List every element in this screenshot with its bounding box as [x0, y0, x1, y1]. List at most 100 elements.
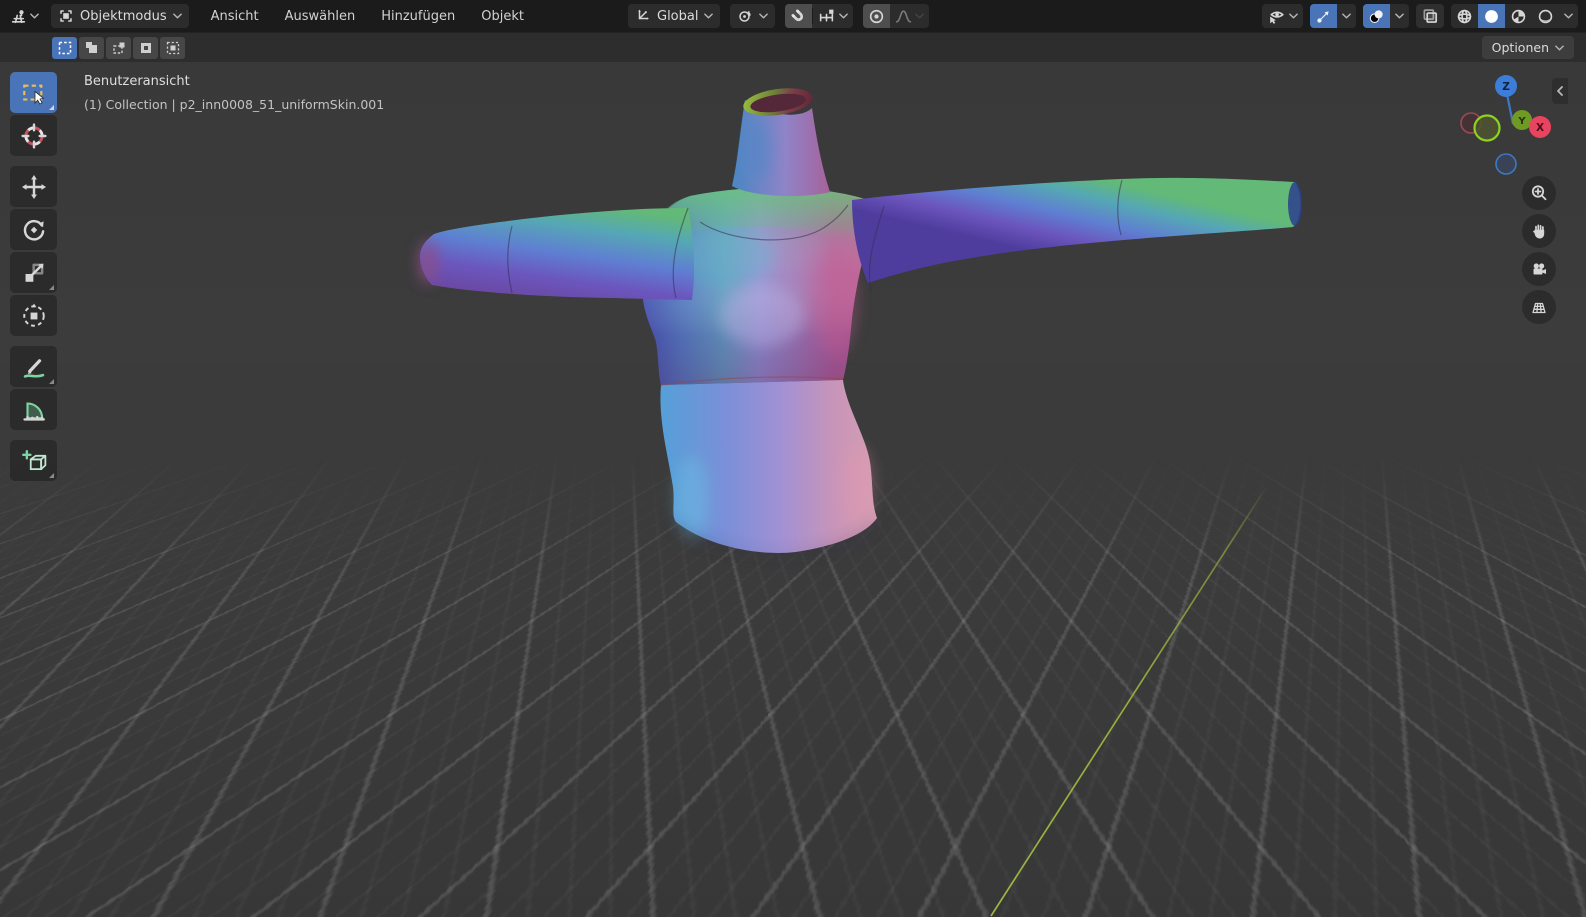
- move-icon: [21, 174, 46, 199]
- menu-objekt[interactable]: Objekt: [469, 0, 536, 32]
- chevron-down-icon: [1342, 13, 1351, 19]
- y-axis-line: [990, 485, 1268, 917]
- gizmos-group: [1310, 4, 1356, 28]
- shading-wireframe-button[interactable]: [1451, 4, 1478, 28]
- gizmo-axis-neg-z[interactable]: [1495, 153, 1517, 175]
- tool-measure[interactable]: [10, 389, 57, 430]
- chevron-down-icon: [1289, 13, 1298, 19]
- tool-transform[interactable]: [10, 295, 57, 336]
- pan-hand-button[interactable]: [1522, 214, 1556, 248]
- svg-text:X: X: [1536, 122, 1544, 134]
- chevron-down-icon: [30, 13, 39, 19]
- snap-group: [785, 4, 854, 28]
- toggle-xray-button[interactable]: [1416, 4, 1444, 28]
- camera-view-button[interactable]: [1522, 252, 1556, 286]
- grid-floor-icon: [1532, 302, 1546, 314]
- chevron-down-icon: [172, 13, 182, 19]
- menu-auswaehlen[interactable]: Auswählen: [273, 0, 368, 32]
- tool-move[interactable]: [10, 166, 57, 207]
- proportional-edit-group: [863, 4, 930, 28]
- magnet-icon: [791, 8, 804, 21]
- shading-solid-icon: [1485, 9, 1498, 23]
- show-overlays-toggle[interactable]: [1363, 4, 1390, 28]
- chevron-down-icon: [759, 13, 769, 19]
- proportional-edit-toggle[interactable]: [863, 4, 891, 28]
- shading-material-button[interactable]: [1505, 4, 1532, 28]
- pivot-point-dropdown[interactable]: [730, 4, 776, 28]
- options-dropdown[interactable]: Optionen: [1481, 36, 1574, 59]
- orientation-label: Global: [657, 8, 699, 24]
- chevron-down-icon: [1395, 13, 1404, 19]
- measure-icon: [22, 401, 45, 421]
- transform-icon: [22, 303, 45, 327]
- viewport-overlays-icon: [1369, 9, 1383, 23]
- overlays-dropdown[interactable]: [1390, 4, 1409, 28]
- snap-increment-icon: [820, 9, 834, 22]
- active-object-label: (1) Collection | p2_inn0008_51_uniformSk…: [84, 97, 385, 112]
- tool-cursor[interactable]: [10, 115, 57, 156]
- tool-settings-bar: Optionen: [0, 32, 1586, 62]
- scale-icon: [25, 263, 43, 282]
- falloff-curve-icon: [896, 9, 912, 23]
- zoom-icon: [1531, 185, 1547, 201]
- zoom-button[interactable]: [1522, 176, 1556, 210]
- add-cube-icon: [21, 449, 46, 470]
- overlays-group: [1363, 4, 1409, 28]
- chevron-down-icon: [839, 13, 849, 19]
- camera-icon: [1533, 263, 1546, 275]
- mode-label: Objektmodus: [80, 8, 167, 24]
- proportional-falloff-dropdown[interactable]: [890, 4, 929, 28]
- hand-icon: [1532, 224, 1545, 239]
- chevron-down-icon: [915, 13, 925, 19]
- options-label: Optionen: [1491, 40, 1549, 55]
- select-mode-invert[interactable]: [133, 37, 158, 59]
- menu-hinzufuegen[interactable]: Hinzufügen: [369, 0, 467, 32]
- select-mode-intersect[interactable]: [160, 37, 185, 59]
- shading-solid-button[interactable]: [1478, 4, 1505, 28]
- tool-annotate[interactable]: [10, 346, 57, 387]
- select-mode-buttons: [52, 37, 185, 59]
- chevron-down-icon: [704, 13, 714, 19]
- svg-text:Y: Y: [1517, 116, 1526, 127]
- xray-group: [1416, 4, 1444, 28]
- select-mode-set[interactable]: [52, 37, 77, 59]
- editor-type-button[interactable]: [6, 4, 43, 28]
- shading-dropdown[interactable]: [1559, 4, 1578, 28]
- mode-selector[interactable]: Objektmodus: [51, 4, 189, 28]
- snap-toggle-button[interactable]: [785, 4, 813, 28]
- gizmo-axis-x[interactable]: X: [1529, 116, 1551, 138]
- chevron-down-icon: [1555, 44, 1564, 51]
- tool-add-cube[interactable]: [10, 440, 57, 481]
- select-box-icon: [22, 84, 44, 105]
- show-gizmos-toggle[interactable]: [1310, 4, 1337, 28]
- shading-mode-group: [1451, 4, 1578, 28]
- orientation-global-icon: [638, 9, 649, 20]
- 3d-viewport-canvas[interactable]: Benutzeransicht (1) Collection | p2_inn0…: [0, 62, 1586, 917]
- tool-scale[interactable]: [10, 252, 57, 293]
- transform-orientation-dropdown[interactable]: Global: [628, 4, 721, 28]
- toggle-ortho-grid-button[interactable]: [1522, 290, 1556, 324]
- pivot-point-icon: [739, 11, 752, 22]
- svg-text:Z: Z: [1502, 81, 1510, 93]
- select-mode-subtract[interactable]: [106, 37, 131, 59]
- shading-rendered-button[interactable]: [1532, 4, 1559, 28]
- chevron-left-icon: [1557, 86, 1563, 96]
- gizmo-axis-z[interactable]: Z: [1495, 75, 1517, 97]
- 3d-viewport-editor-icon: [11, 9, 26, 23]
- snap-target-dropdown[interactable]: [813, 4, 853, 28]
- navigation-gizmo[interactable]: Y Z X: [1451, 73, 1566, 178]
- sidebar-collapse-arrow[interactable]: [1552, 78, 1568, 104]
- shading-material-preview-icon: [1511, 9, 1526, 23]
- blender-window: Objektmodus Ansicht Auswählen Hinzufügen…: [0, 0, 1586, 917]
- menu-ansicht[interactable]: Ansicht: [199, 0, 271, 32]
- gizmo-axis-neg-y[interactable]: [1473, 114, 1501, 142]
- select-mode-extend[interactable]: [79, 37, 104, 59]
- tool-rotate[interactable]: [10, 209, 57, 250]
- viewport-overlay-text: Benutzeransicht (1) Collection | p2_inn0…: [84, 70, 384, 116]
- rotate-icon: [23, 219, 44, 240]
- show-object-types-dropdown[interactable]: [1262, 4, 1303, 28]
- scene-render: [418, 88, 1302, 917]
- tool-select-box[interactable]: [10, 72, 57, 113]
- toggle-xray-icon: [1423, 9, 1438, 23]
- gizmos-dropdown[interactable]: [1337, 4, 1356, 28]
